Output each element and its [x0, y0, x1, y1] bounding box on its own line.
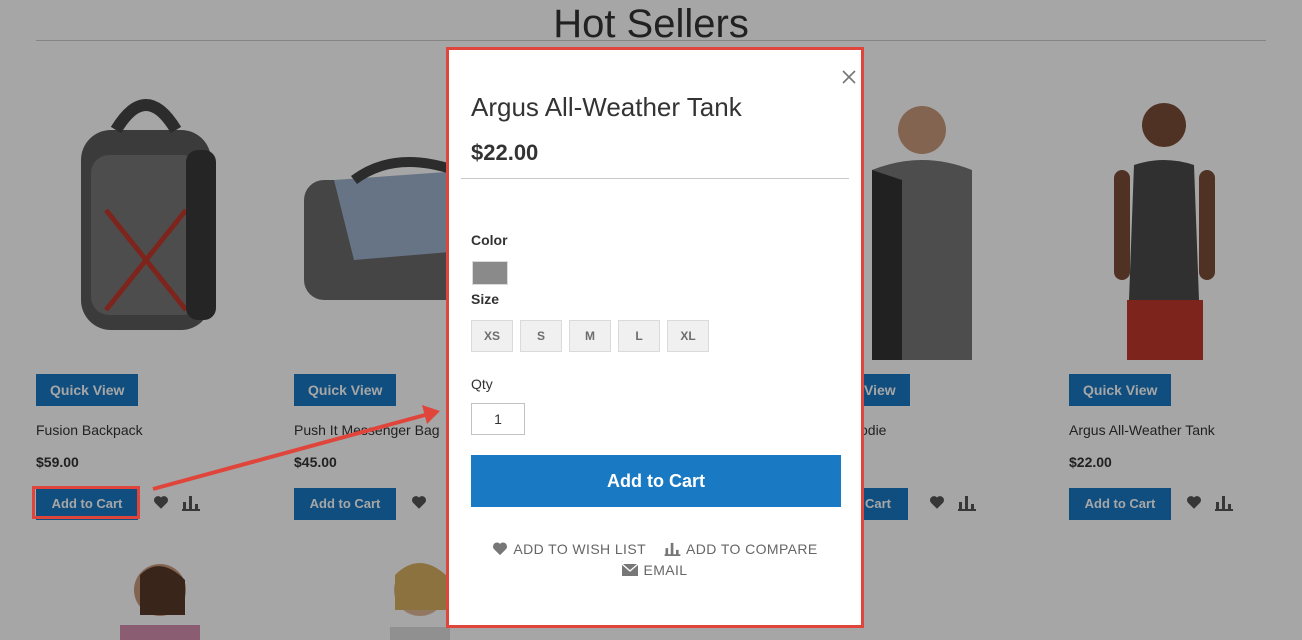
- add-to-cart-button[interactable]: Add to Cart: [471, 455, 841, 507]
- qty-input[interactable]: 1: [471, 403, 525, 435]
- add-to-compare-label: ADD TO COMPARE: [686, 540, 818, 557]
- size-option-m[interactable]: M: [569, 320, 611, 352]
- modal-product-price: $22.00: [471, 140, 539, 165]
- email-label: EMAIL: [643, 561, 688, 578]
- modal-divider: [461, 178, 849, 179]
- close-icon[interactable]: [841, 69, 857, 85]
- heart-icon: [493, 542, 508, 556]
- add-to-compare-link[interactable]: ADD TO COMPARE: [664, 541, 818, 557]
- color-label: Color: [471, 232, 508, 248]
- compare-icon: [664, 542, 681, 556]
- quick-view-modal: Argus All-Weather Tank $22.00 Color Size…: [446, 47, 864, 628]
- add-to-wishlist-label: ADD TO WISH LIST: [513, 540, 647, 557]
- envelope-icon: [622, 563, 639, 576]
- product-actions: ADD TO WISH LIST ADD TO COMPARE EMAIL: [449, 538, 861, 580]
- size-options: XS S M L XL: [471, 320, 709, 352]
- size-option-l[interactable]: L: [618, 320, 660, 352]
- qty-label: Qty: [471, 376, 493, 392]
- email-link[interactable]: EMAIL: [622, 562, 687, 578]
- color-swatch-gray[interactable]: [472, 261, 508, 285]
- modal-product-title: Argus All-Weather Tank: [471, 92, 742, 122]
- add-to-wishlist-link[interactable]: ADD TO WISH LIST: [492, 541, 646, 557]
- size-option-xs[interactable]: XS: [471, 320, 513, 352]
- size-option-xl[interactable]: XL: [667, 320, 709, 352]
- size-option-s[interactable]: S: [520, 320, 562, 352]
- size-label: Size: [471, 291, 500, 307]
